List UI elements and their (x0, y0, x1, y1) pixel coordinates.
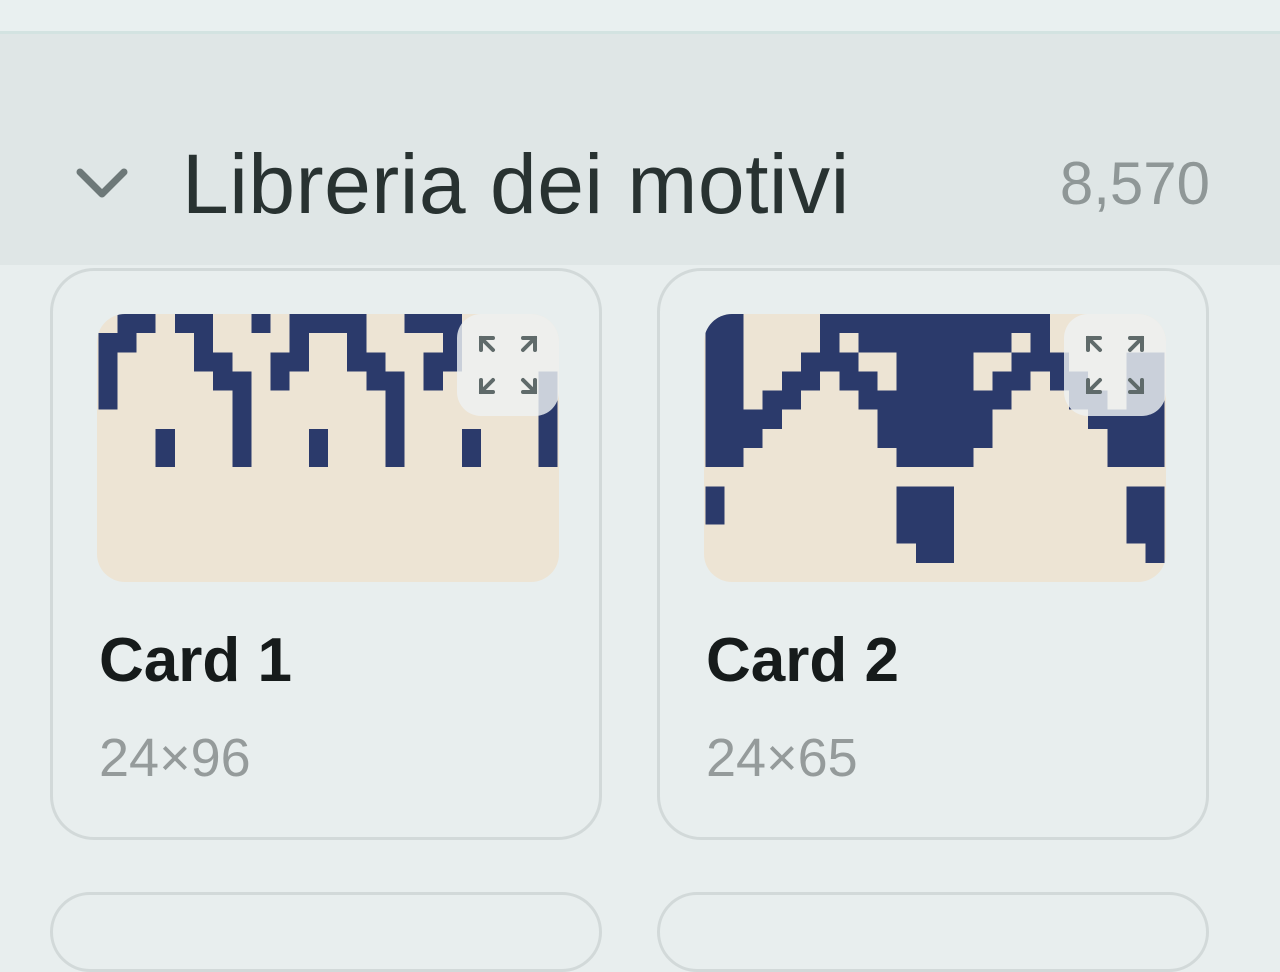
motif-thumbnail (97, 314, 559, 582)
motif-card[interactable]: Card 2 24×65 (657, 268, 1209, 840)
chevron-down-icon[interactable] (74, 162, 130, 206)
motif-card[interactable]: Card 1 24×96 (50, 268, 602, 840)
section-header[interactable]: Libreria dei motivi 8,570 (0, 34, 1280, 265)
card-dimensions: 24×96 (99, 728, 251, 788)
expand-icon[interactable] (1064, 314, 1166, 416)
section-title: Libreria dei motivi (182, 137, 850, 231)
expand-icon[interactable] (457, 314, 559, 416)
motif-thumbnail (704, 314, 1166, 582)
card-dimensions: 24×65 (706, 728, 858, 788)
section-count: 8,570 (1059, 150, 1210, 217)
top-strip (0, 0, 1280, 34)
card-title: Card 1 (99, 626, 292, 695)
motif-card-partial[interactable] (50, 892, 602, 972)
card-title: Card 2 (706, 626, 899, 695)
motif-card-partial[interactable] (657, 892, 1209, 972)
